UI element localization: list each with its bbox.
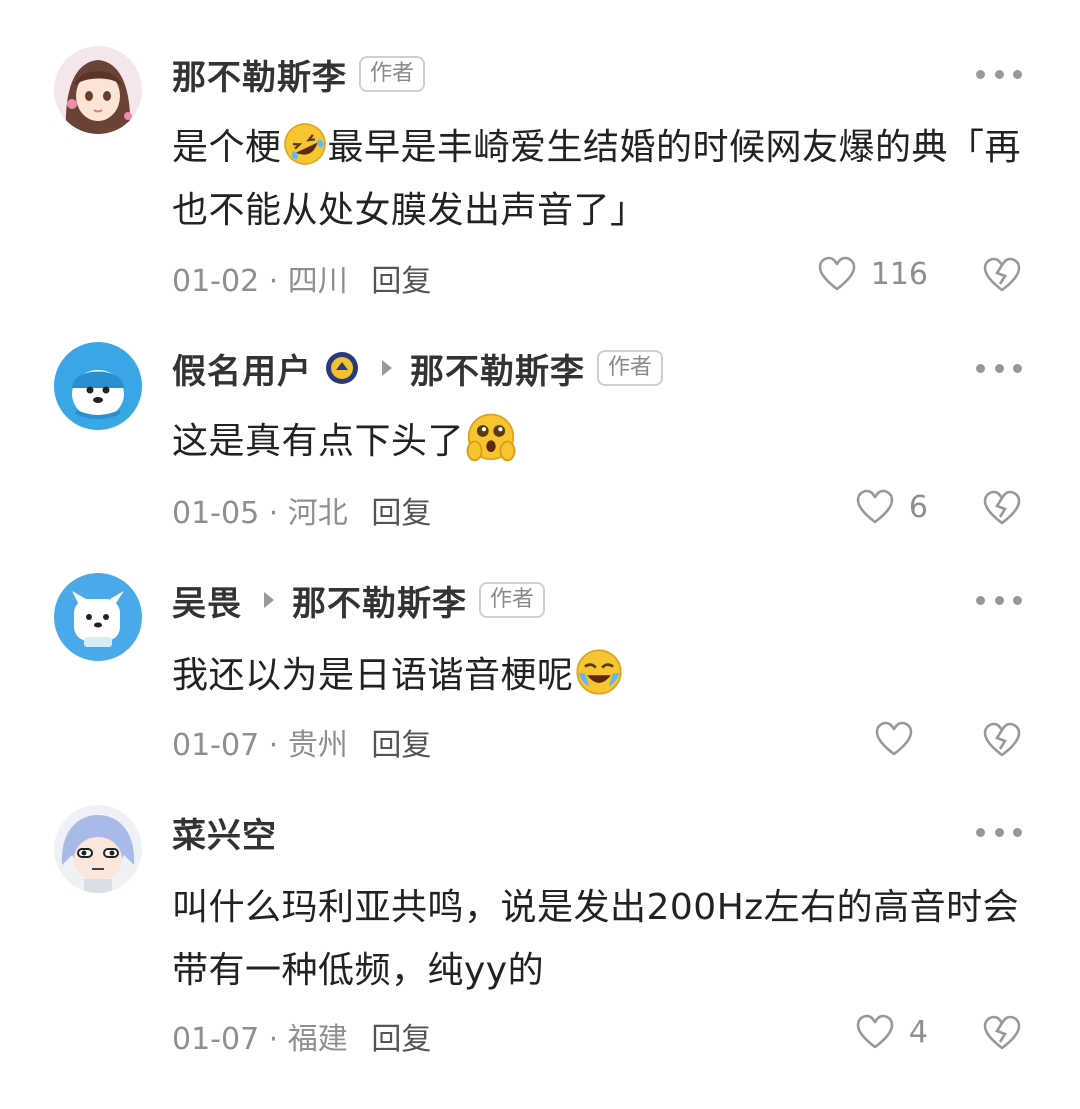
blue-dog-avatar-icon (54, 573, 142, 661)
heart-icon (875, 721, 913, 756)
comment-text-part: 叫什么玛利亚共鸣，说是发出200Hz左右的高音时会带有一种低频，纯yy的 (172, 887, 1020, 991)
comment-header: 那不勒斯李 作者 (172, 50, 426, 99)
medal-icon (326, 352, 358, 384)
rofl-emoji-icon (283, 123, 326, 165)
comment-meta: 01-02 · 四川 回复 (172, 264, 432, 299)
avatar[interactable] (54, 573, 142, 661)
comment-text-part: 我还以为是日语谐音梗呢 (172, 655, 574, 696)
broken-heart-icon[interactable] (982, 256, 1022, 294)
like-button[interactable]: 6 (855, 488, 928, 526)
shocked-emoji-icon (466, 413, 516, 462)
comment-location: 河北 (287, 496, 348, 531)
author-badge: 作者 (597, 350, 664, 386)
comment-location: 四川 (287, 264, 348, 299)
like-count: 4 (908, 1014, 928, 1050)
comment-location: 福建 (287, 1022, 348, 1057)
more-options-icon[interactable] (976, 580, 1022, 620)
heart-icon (818, 256, 856, 291)
username[interactable]: 那不勒斯李 (172, 50, 347, 99)
broken-heart-icon[interactable] (982, 1014, 1022, 1052)
reply-to-username[interactable]: 那不勒斯李 (410, 344, 585, 393)
comment-meta: 01-05 · 河北 回复 (172, 496, 432, 531)
username[interactable]: 吴畏 (172, 576, 242, 625)
username[interactable]: 菜兴空 (172, 808, 277, 857)
comment-header: 假名用户 那不勒斯李 作者 (172, 344, 664, 393)
author-badge: 作者 (359, 56, 426, 92)
comment-text: 我还以为是日语谐音梗呢 (172, 644, 1032, 707)
heart-icon (856, 1014, 894, 1049)
heart-icon (856, 489, 894, 524)
like-count: 116 (870, 256, 928, 292)
comment-text: 是个梗 最早是丰崎爱生结婚的时候网友爆的典「再也不能从处女膜发出声音了」 (172, 116, 1032, 242)
comment-location: 贵州 (287, 728, 348, 763)
avatar[interactable] (54, 805, 142, 893)
reply-button[interactable]: 回复 (371, 728, 431, 763)
chibi-character-avatar-icon (54, 805, 142, 893)
comment-text-part: 这是真有点下头了 (172, 421, 465, 462)
comment-text: 这是真有点下头了 (172, 410, 1032, 473)
comment-header: 菜兴空 (172, 808, 277, 857)
reply-button[interactable]: 回复 (371, 496, 431, 531)
like-button[interactable]: 4 (855, 1013, 928, 1051)
comment-meta: 01-07 · 福建 回复 (172, 1022, 432, 1057)
comment-text: 叫什么玛利亚共鸣，说是发出200Hz左右的高音时会带有一种低频，纯yy的 (172, 876, 1032, 1002)
more-options-icon[interactable] (976, 348, 1022, 388)
crying-laugh-emoji-icon (575, 649, 622, 695)
like-button[interactable] (874, 720, 928, 758)
broken-heart-icon[interactable] (982, 489, 1022, 527)
like-button[interactable]: 116 (817, 255, 928, 293)
reply-arrow-icon (382, 360, 392, 376)
reply-button[interactable]: 回复 (371, 264, 431, 299)
comment-meta: 01-07 · 贵州 回复 (172, 728, 432, 763)
comment-header: 吴畏 那不勒斯李 作者 (172, 576, 546, 625)
comment-date: 01-02 (172, 264, 260, 299)
comment-date: 01-07 (172, 728, 260, 763)
comment-text-part: 是个梗 (172, 127, 282, 168)
reply-arrow-icon (264, 592, 274, 608)
avatar[interactable] (54, 342, 142, 430)
anime-girl-avatar-icon (54, 46, 142, 134)
comment-date: 01-07 (172, 1022, 260, 1057)
author-badge: 作者 (479, 582, 546, 618)
username[interactable]: 假名用户 (172, 344, 312, 393)
avatar[interactable] (54, 46, 142, 134)
like-count: 6 (908, 489, 928, 525)
blue-mascot-avatar-icon (54, 342, 142, 430)
reply-button[interactable]: 回复 (371, 1022, 431, 1057)
reply-to-username[interactable]: 那不勒斯李 (292, 576, 467, 625)
broken-heart-icon[interactable] (982, 721, 1022, 759)
more-options-icon[interactable] (976, 812, 1022, 852)
comment-date: 01-05 (172, 496, 260, 531)
more-options-icon[interactable] (976, 54, 1022, 94)
